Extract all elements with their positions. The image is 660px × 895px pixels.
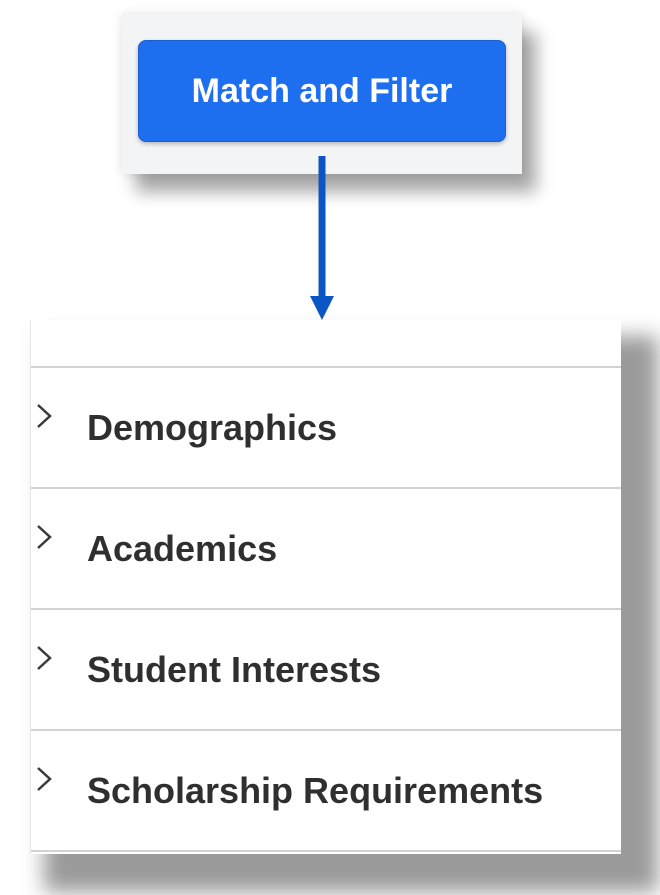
chevron-right-icon <box>37 646 52 670</box>
accordion-item-label: Student Interests <box>87 648 382 690</box>
match-and-filter-button[interactable]: Match and Filter <box>138 40 506 142</box>
filter-accordion-panel: Demographics Academics Student Interests… <box>30 320 621 854</box>
panel-header <box>31 320 621 368</box>
chevron-right-icon <box>37 525 52 549</box>
accordion-item-demographics[interactable]: Demographics <box>31 368 621 489</box>
accordion-item-label: Academics <box>87 527 278 569</box>
accordion-item-academics[interactable]: Academics <box>31 489 621 610</box>
down-arrow-icon <box>310 156 334 320</box>
accordion-item-label: Demographics <box>87 406 338 448</box>
chevron-right-icon <box>37 767 52 791</box>
chevron-right-icon <box>37 404 52 428</box>
accordion-item-scholarship-requirements[interactable]: Scholarship Requirements <box>31 731 621 852</box>
accordion-item-label: Scholarship Requirements <box>87 769 544 811</box>
accordion-item-student-interests[interactable]: Student Interests <box>31 610 621 731</box>
